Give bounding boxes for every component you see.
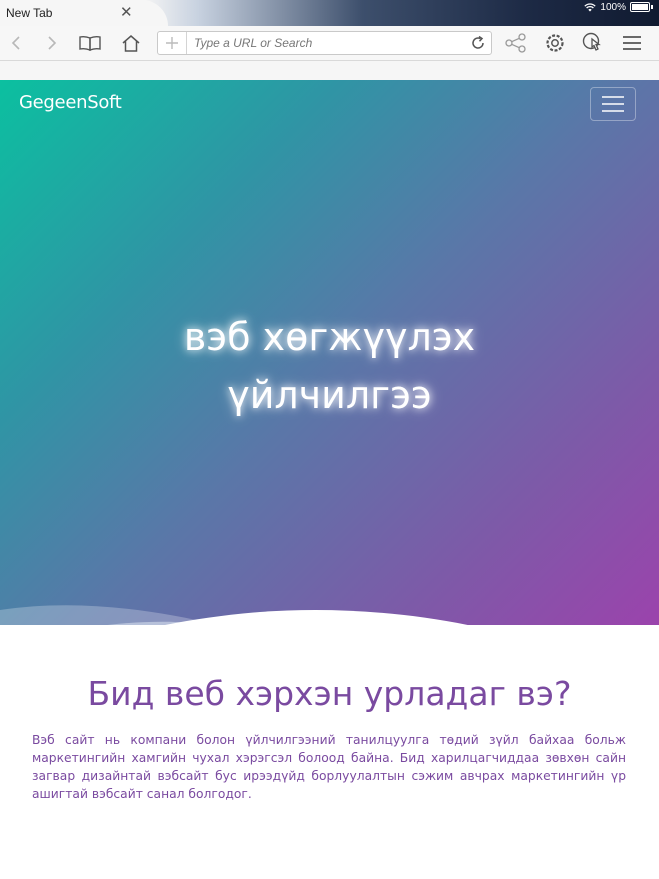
browser-toolbar [0,26,659,61]
address-bar[interactable] [157,31,492,55]
hero-title-line-1: вэб хөгжүүлэх [183,315,476,359]
navbar-toggle-button[interactable] [590,87,636,121]
section-body-text: Вэб сайт нь компани болон үйлчилгээний т… [32,733,626,801]
section-title: Бид веб хэрхэн урладаг вэ? [87,674,572,713]
hero-title: вэб хөгжүүлэх үйлчилгээ [0,308,659,424]
battery-tip [651,5,653,9]
back-icon[interactable] [4,31,28,55]
menu-icon[interactable] [620,31,644,55]
status-bar: 100% [584,1,653,13]
settings-icon[interactable] [543,31,567,55]
home-icon[interactable] [119,31,143,55]
hamburger-line [602,103,624,105]
new-tab-plus-icon[interactable] [158,32,187,54]
browser-tab[interactable]: New Tab ✕ [0,0,142,26]
tab-title: New Tab [6,6,53,20]
hero-section: GegeenSoft вэб хөгжүүлэх үйлчилгээ [0,80,659,625]
hamburger-line [602,96,624,98]
wifi-icon [584,2,597,11]
share-icon[interactable] [504,31,528,55]
page-top-gap [0,61,659,80]
tab-close-icon[interactable]: ✕ [120,4,133,20]
forward-icon[interactable] [40,31,64,55]
battery-percent: 100% [600,1,626,13]
hero-title-line-2: үйлчилгээ [227,373,432,417]
bookmarks-icon[interactable] [78,31,102,55]
hamburger-line [602,110,624,112]
hero-wave-divider [0,605,468,625]
brand-logo[interactable]: GegeenSoft [19,92,122,113]
url-input[interactable] [194,35,454,51]
browser-tab-bar: New Tab ✕ 100% [0,0,659,26]
battery-icon [630,2,650,12]
reload-icon[interactable] [469,34,487,52]
gesture-icon[interactable] [582,31,606,55]
